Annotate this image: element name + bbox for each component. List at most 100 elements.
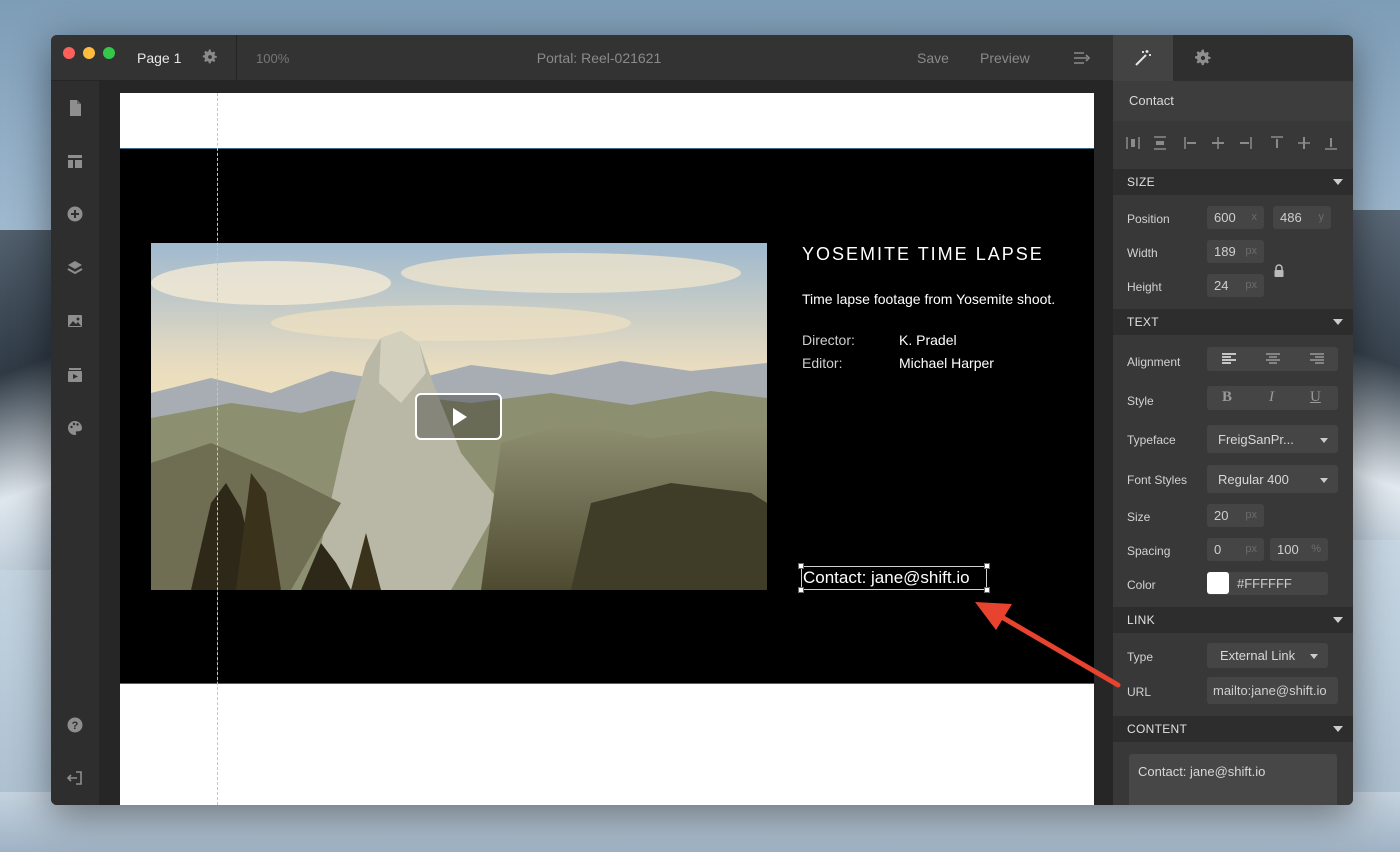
- panel-tabs: [1113, 35, 1353, 81]
- distribute-vertical-icon[interactable]: [1152, 135, 1168, 151]
- tab-design[interactable]: [1113, 35, 1173, 81]
- video-title[interactable]: YOSEMITE TIME LAPSE: [802, 244, 1044, 265]
- palette-icon[interactable]: [65, 418, 85, 438]
- distribute-horizontal-icon[interactable]: [1125, 135, 1141, 151]
- lock-aspect-icon[interactable]: [1272, 264, 1286, 278]
- page-settings-gear-icon[interactable]: [201, 48, 219, 66]
- resize-handle-bottom-left[interactable]: [798, 587, 804, 593]
- section-size-label: SIZE: [1127, 175, 1155, 189]
- url-value: mailto:jane@shift.io: [1213, 683, 1327, 698]
- letter-spacing-value: 0: [1214, 542, 1222, 557]
- panel-toggle-icon[interactable]: [1073, 50, 1091, 66]
- caret-down-icon: [1333, 319, 1343, 325]
- section-link-header[interactable]: LINK: [1113, 607, 1353, 633]
- add-icon[interactable]: [65, 204, 85, 224]
- resize-handle-top-left[interactable]: [798, 563, 804, 569]
- section-content-header[interactable]: CONTENT: [1113, 716, 1353, 742]
- position-y-value: 486: [1280, 210, 1302, 225]
- font-style-dropdown[interactable]: Regular 400: [1207, 465, 1338, 493]
- color-swatch[interactable]: [1207, 572, 1229, 594]
- credit-label-editor[interactable]: Editor:: [802, 355, 842, 371]
- align-right-icon[interactable]: [1237, 135, 1253, 151]
- url-field[interactable]: mailto:jane@shift.io: [1207, 677, 1338, 704]
- italic-button[interactable]: I: [1269, 389, 1274, 406]
- minimize-window-button[interactable]: [83, 47, 95, 59]
- zoom-window-button[interactable]: [103, 47, 115, 59]
- height-value: 24: [1214, 278, 1229, 293]
- font-size-field[interactable]: 20 px: [1207, 504, 1264, 527]
- letter-spacing-unit: px: [1245, 543, 1257, 555]
- resize-handle-top-right[interactable]: [984, 563, 990, 569]
- layers-icon[interactable]: [65, 258, 85, 278]
- align-bottom-icon[interactable]: [1323, 135, 1339, 151]
- line-spacing-unit: %: [1311, 543, 1321, 555]
- position-x-field[interactable]: 600 x: [1207, 206, 1264, 229]
- close-window-button[interactable]: [63, 47, 75, 59]
- credit-value-director[interactable]: K. Pradel: [899, 332, 957, 348]
- width-field[interactable]: 189 px: [1207, 240, 1264, 263]
- title-bar: Page 1 100% Portal: Reel-021621 Save Pre…: [51, 35, 1113, 81]
- width-label: Width: [1127, 246, 1158, 260]
- align-top-icon[interactable]: [1269, 135, 1285, 151]
- svg-text:?: ?: [72, 720, 79, 732]
- bold-button[interactable]: B: [1222, 389, 1232, 406]
- play-button[interactable]: [415, 393, 502, 440]
- typeface-label: Typeface: [1127, 433, 1176, 447]
- image-icon[interactable]: [65, 311, 85, 331]
- video-description[interactable]: Time lapse footage from Yosemite shoot.: [802, 291, 1055, 307]
- spacing-label: Spacing: [1127, 544, 1171, 558]
- page-selector[interactable]: Page 1: [137, 50, 181, 66]
- underline-button[interactable]: U: [1310, 389, 1321, 406]
- zoom-level[interactable]: 100%: [256, 51, 289, 66]
- content-textarea[interactable]: Contact: jane@shift.io: [1129, 754, 1337, 805]
- chevron-down-icon: [1310, 654, 1318, 659]
- position-y-field[interactable]: 486 y: [1273, 206, 1331, 229]
- text-align-right-icon[interactable]: [1309, 351, 1325, 367]
- editor-canvas[interactable]: YOSEMITE TIME LAPSE Time lapse footage f…: [99, 81, 1113, 805]
- contact-text[interactable]: Contact: jane@shift.io: [803, 568, 970, 588]
- exit-icon[interactable]: [65, 768, 85, 788]
- properties-panel: Contact SIZE Position 600 x 486 y Width: [1113, 35, 1353, 805]
- element-name: Contact: [1129, 93, 1174, 108]
- link-type-dropdown[interactable]: External Link: [1207, 643, 1328, 668]
- height-label: Height: [1127, 280, 1162, 294]
- text-align-center-icon[interactable]: [1265, 351, 1281, 367]
- credit-value-editor[interactable]: Michael Harper: [899, 355, 994, 371]
- section-text-label: TEXT: [1127, 315, 1159, 329]
- line-spacing-field[interactable]: 100 %: [1270, 538, 1328, 561]
- align-left-icon[interactable]: [1183, 135, 1199, 151]
- height-unit: px: [1245, 279, 1257, 291]
- section-guide-top: [120, 148, 1094, 149]
- resize-handle-bottom-right[interactable]: [984, 587, 990, 593]
- typeface-dropdown[interactable]: FreigSanPr...: [1207, 425, 1338, 453]
- section-content-label: CONTENT: [1127, 722, 1188, 736]
- letter-spacing-field[interactable]: 0 px: [1207, 538, 1264, 561]
- tab-settings-gear-icon[interactable]: [1193, 48, 1213, 68]
- chevron-down-icon: [1320, 438, 1328, 443]
- text-align-left-icon[interactable]: [1221, 351, 1237, 367]
- alignment-toolbar: [1113, 121, 1353, 165]
- align-middle-icon[interactable]: [1296, 135, 1312, 151]
- section-text-header[interactable]: TEXT: [1113, 309, 1353, 335]
- desktop-mountain-right: [1348, 210, 1400, 540]
- font-size-unit: px: [1245, 509, 1257, 521]
- media-icon[interactable]: [65, 365, 85, 385]
- section-link-label: LINK: [1127, 613, 1155, 627]
- video-section[interactable]: YOSEMITE TIME LAPSE Time lapse footage f…: [120, 148, 1094, 684]
- credit-label-director[interactable]: Director:: [802, 332, 855, 348]
- play-icon: [453, 408, 467, 426]
- preview-button[interactable]: Preview: [980, 50, 1030, 66]
- font-style-value: Regular 400: [1218, 472, 1289, 487]
- page-icon[interactable]: [65, 98, 85, 118]
- section-size-header[interactable]: SIZE: [1113, 169, 1353, 195]
- font-size-value: 20: [1214, 508, 1229, 523]
- magic-wand-icon: [1133, 48, 1153, 68]
- align-center-horizontal-icon[interactable]: [1210, 135, 1226, 151]
- height-field[interactable]: 24 px: [1207, 274, 1264, 297]
- font-styles-label: Font Styles: [1127, 473, 1188, 487]
- save-button[interactable]: Save: [917, 50, 949, 66]
- help-icon[interactable]: ?: [65, 715, 85, 735]
- layout-icon[interactable]: [65, 151, 85, 171]
- selected-contact-text[interactable]: Contact: jane@shift.io: [798, 563, 990, 593]
- video-thumbnail[interactable]: [151, 243, 767, 590]
